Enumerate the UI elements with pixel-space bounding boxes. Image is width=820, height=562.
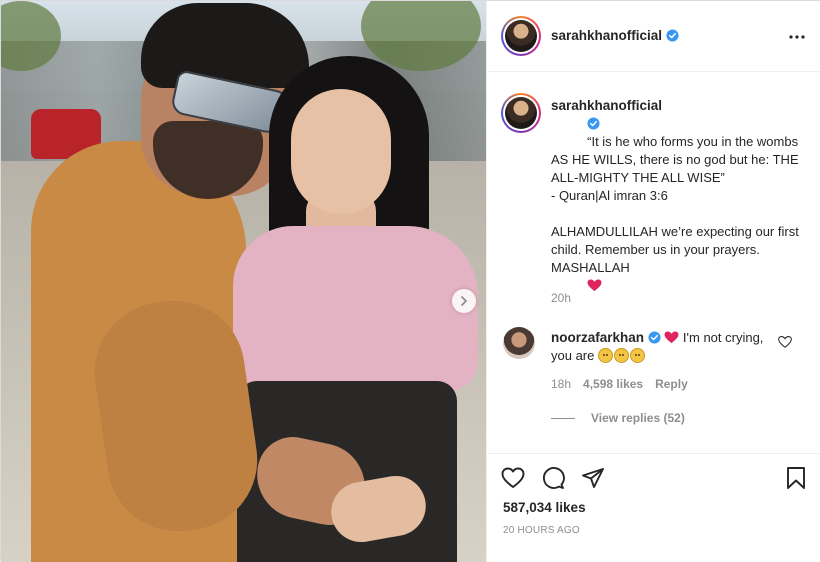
- verified-badge-icon: [648, 331, 661, 344]
- share-icon[interactable]: [581, 466, 605, 490]
- view-replies-label: View replies (52): [591, 411, 685, 425]
- view-replies-button[interactable]: View replies (52): [551, 411, 685, 425]
- comment-username[interactable]: noorzafarkhan: [551, 330, 644, 345]
- post-likes-count[interactable]: 587,034 likes: [503, 500, 586, 515]
- reply-button[interactable]: Reply: [655, 377, 688, 391]
- caption-time: 20h: [551, 291, 572, 305]
- post-timestamp: 20 HOURS AGO: [503, 525, 580, 536]
- comment-likes[interactable]: 4,598 likes: [583, 377, 643, 391]
- chevron-right-icon: [461, 296, 467, 306]
- instagram-post-modal: sarahkhanofficial sarahkhanofficial “It …: [0, 0, 820, 562]
- caption-line: “It is he who forms you in the wombs AS …: [551, 134, 802, 185]
- pleading-face-emoji-icon: [614, 348, 629, 363]
- divider: [551, 417, 575, 419]
- avatar[interactable]: [501, 16, 541, 56]
- more-options-icon: [789, 35, 805, 39]
- caption-line: MASHALLAH: [551, 260, 630, 275]
- pleading-face-emoji-icon: [598, 348, 613, 363]
- caption-line: - Quran|Al imran 3:6: [551, 188, 668, 203]
- caption-username[interactable]: sarahkhanofficial: [551, 98, 662, 113]
- comment-time: 18h: [551, 377, 572, 391]
- next-photo-button[interactable]: [452, 289, 476, 313]
- comment: noorzafarkhan I'm not crying, you are 18…: [487, 327, 820, 427]
- post-actions: 587,034 likes 20 HOURS AGO: [487, 453, 820, 562]
- verified-badge-icon: [587, 117, 600, 130]
- post-side-panel: sarahkhanofficial sarahkhanofficial “It …: [486, 1, 820, 562]
- caption-line: ALHAMDULLILAH we’re expecting our first …: [551, 224, 803, 257]
- bookmark-icon[interactable]: [784, 466, 808, 490]
- post-caption-area: sarahkhanofficial “It is he who forms yo…: [487, 73, 820, 453]
- comment-icon[interactable]: [541, 466, 565, 490]
- verified-badge-icon: [666, 29, 679, 42]
- heart-icon[interactable]: [501, 466, 525, 490]
- avatar[interactable]: [501, 93, 541, 133]
- comment-like-heart-icon[interactable]: [778, 335, 792, 349]
- caption: sarahkhanofficial “It is he who forms yo…: [551, 97, 816, 313]
- post-photo[interactable]: [1, 1, 486, 562]
- red-heart-emoji-icon: [664, 331, 679, 344]
- avatar[interactable]: [503, 327, 535, 359]
- post-header: sarahkhanofficial: [487, 1, 820, 72]
- pleading-face-emoji-icon: [630, 348, 645, 363]
- red-heart-emoji-icon: [587, 279, 602, 292]
- more-options-button[interactable]: [787, 27, 807, 47]
- post-username[interactable]: sarahkhanofficial: [551, 28, 662, 43]
